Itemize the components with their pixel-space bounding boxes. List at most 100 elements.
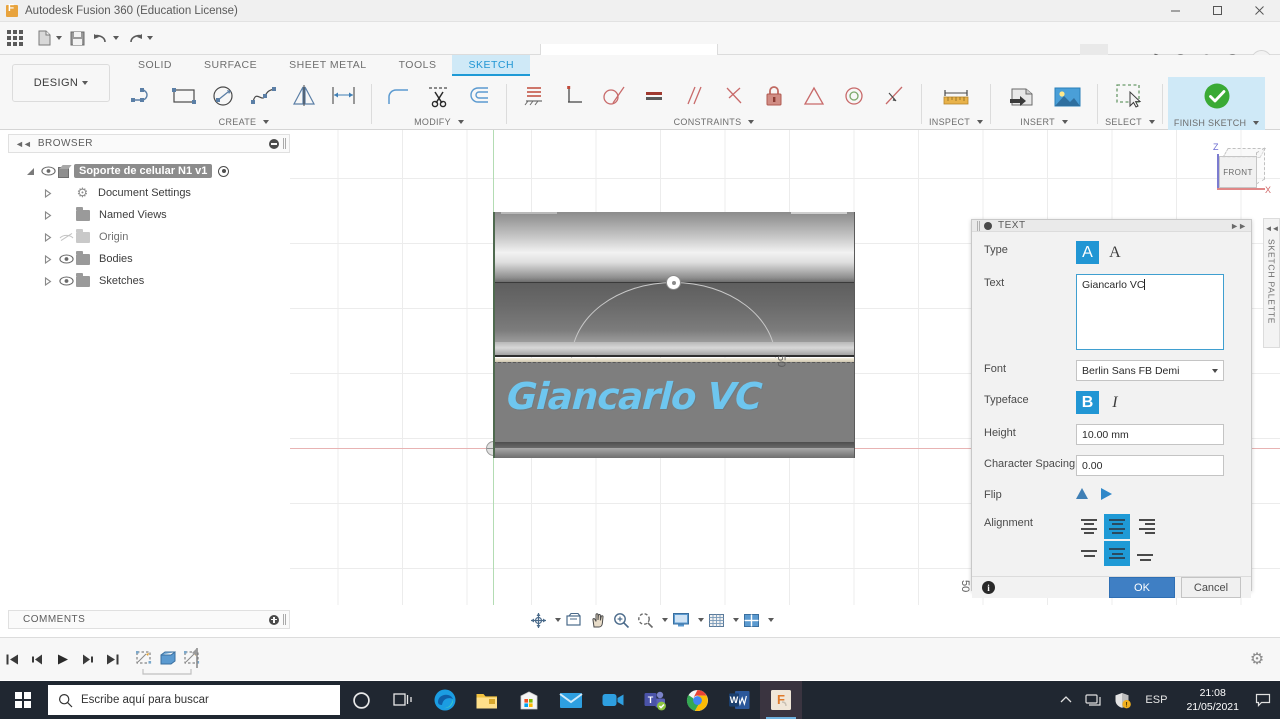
constraint-equal-icon[interactable] [634,77,674,115]
taskbar-clock[interactable]: 21:08 21/05/2021 [1177,686,1248,714]
close-button[interactable] [1238,0,1280,22]
tab-surface[interactable]: SURFACE [188,55,273,76]
expander-icon[interactable] [40,232,56,242]
text-dialog-header[interactable]: TEXT ►► [972,220,1251,232]
ribbon-group-constraints-label[interactable]: CONSTRAINTS [674,115,755,128]
tab-sketch[interactable]: SKETCH [452,55,531,76]
chrome-icon[interactable] [676,681,718,719]
text-flat-icon[interactable]: A [1076,241,1099,264]
file-explorer-icon[interactable] [466,681,508,719]
step-back-button[interactable] [25,646,50,672]
insert-derive-icon[interactable] [998,77,1044,115]
constraint-symmetry-icon[interactable] [794,77,834,115]
view-cube-right-face[interactable] [1256,147,1265,185]
orbit-icon[interactable] [527,609,550,631]
view-cube[interactable]: FRONT Z X [1205,140,1271,202]
activate-component-radio[interactable] [218,165,230,177]
height-input[interactable]: 10.00 mm [1076,424,1224,445]
maximize-button[interactable] [1196,0,1238,22]
sketch-palette-strip[interactable]: ◄◄ SKETCH PALETTE [1263,218,1280,348]
sketch-feature-icon[interactable] [133,648,155,670]
align-middle-icon[interactable] [1104,541,1130,566]
tab-solid[interactable]: SOLID [122,55,188,76]
security-warning-icon[interactable]: ! [1109,681,1135,719]
view-cube-front-face[interactable]: FRONT [1219,156,1257,188]
align-right-icon[interactable] [1132,514,1158,539]
timeline-settings-icon[interactable]: ⚙ [1248,650,1266,668]
constraint-concentric-icon[interactable] [834,77,874,115]
tree-item-named-views[interactable]: Named Views [18,204,283,226]
constraint-perpendicular-2-icon[interactable] [714,77,754,115]
measure-icon[interactable] [933,77,979,115]
ribbon-group-create-label[interactable]: CREATE [219,115,270,128]
edge-icon[interactable] [424,681,466,719]
display-settings-icon[interactable] [669,609,693,631]
constraint-fix-icon[interactable] [514,77,554,115]
zoom-icon[interactable] [610,609,633,631]
sketch-line-icon[interactable] [124,77,164,115]
browser-collapse-icon[interactable] [269,138,279,149]
tree-item-origin[interactable]: Origin [18,226,283,248]
constraint-fix-lock-icon[interactable] [754,77,794,115]
expander-icon[interactable] [22,167,38,176]
new-document-button[interactable] [33,25,66,51]
expander-icon[interactable] [40,188,56,198]
notification-center-icon[interactable] [1250,681,1276,719]
ribbon-group-select-label[interactable]: SELECT [1105,115,1155,128]
character-spacing-input[interactable]: 0.00 [1076,455,1224,476]
pan-icon[interactable] [586,609,609,631]
sketch-circle-icon[interactable] [204,77,244,115]
info-icon[interactable]: i [982,581,995,594]
sketch-mirror-icon[interactable] [284,77,324,115]
expander-icon[interactable] [40,210,56,220]
microsoft-store-icon[interactable] [508,681,550,719]
expander-icon[interactable] [40,276,56,286]
zoom-window-icon[interactable] [634,609,657,631]
align-left-icon[interactable] [1076,514,1102,539]
constraint-curvature-icon[interactable] [874,77,914,115]
extrude-feature-icon[interactable] [157,648,179,670]
collapse-left-icon[interactable]: ◄◄ [15,139,32,149]
dialog-expand-icon[interactable]: ►► [1230,221,1247,231]
comments-panel[interactable]: COMMENTS [8,610,290,629]
taskbar-search-input[interactable]: Escribe aquí para buscar [48,685,340,715]
redo-button[interactable] [123,25,157,51]
sketch-trim-icon[interactable] [419,77,459,115]
camera-icon[interactable] [592,681,634,719]
network-icon[interactable] [1081,681,1107,719]
tab-tools[interactable]: TOOLS [383,55,453,76]
mail-icon[interactable] [550,681,592,719]
dialog-drag-grip[interactable] [977,220,978,231]
sketch-offset-icon[interactable] [459,77,499,115]
italic-toggle[interactable]: I [1103,391,1126,414]
look-at-icon[interactable] [562,609,585,631]
ribbon-group-insert-label[interactable]: INSERT [1020,115,1068,128]
constraint-tangent-icon[interactable] [594,77,634,115]
bold-toggle[interactable]: B [1076,391,1099,414]
constraint-parallel-icon[interactable] [674,77,714,115]
text-input[interactable]: Giancarlo VC [1076,274,1224,350]
sketch-fillet-icon[interactable] [379,77,419,115]
task-view-icon[interactable] [382,681,424,719]
select-tool-icon[interactable] [1107,77,1153,115]
play-button[interactable] [50,646,75,672]
sketch-rectangle-icon[interactable] [164,77,204,115]
flip-horizontal-icon[interactable] [1101,487,1112,500]
tab-sheet-metal[interactable]: SHEET METAL [273,55,382,76]
visibility-eye-hidden-icon[interactable] [56,232,76,242]
tray-expand-icon[interactable] [1053,681,1079,719]
finish-sketch-check-icon[interactable] [1194,78,1240,116]
chevron-down-icon[interactable] [698,618,704,622]
go-to-end-button[interactable] [100,646,125,672]
chevron-down-icon[interactable] [733,618,739,622]
add-comment-icon[interactable] [269,614,279,625]
phone-holder-model[interactable]: Giancarlo VC [493,212,855,569]
cancel-button[interactable]: Cancel [1181,577,1241,598]
sketch-dimension-icon[interactable] [324,77,364,115]
chevron-down-icon[interactable] [662,618,668,622]
minimize-button[interactable] [1154,0,1196,22]
tree-item-document-settings[interactable]: ⚙ Document Settings [18,182,283,204]
teams-icon[interactable]: T [634,681,676,719]
browser-resize-grip[interactable] [283,138,284,149]
align-center-icon[interactable] [1104,514,1130,539]
